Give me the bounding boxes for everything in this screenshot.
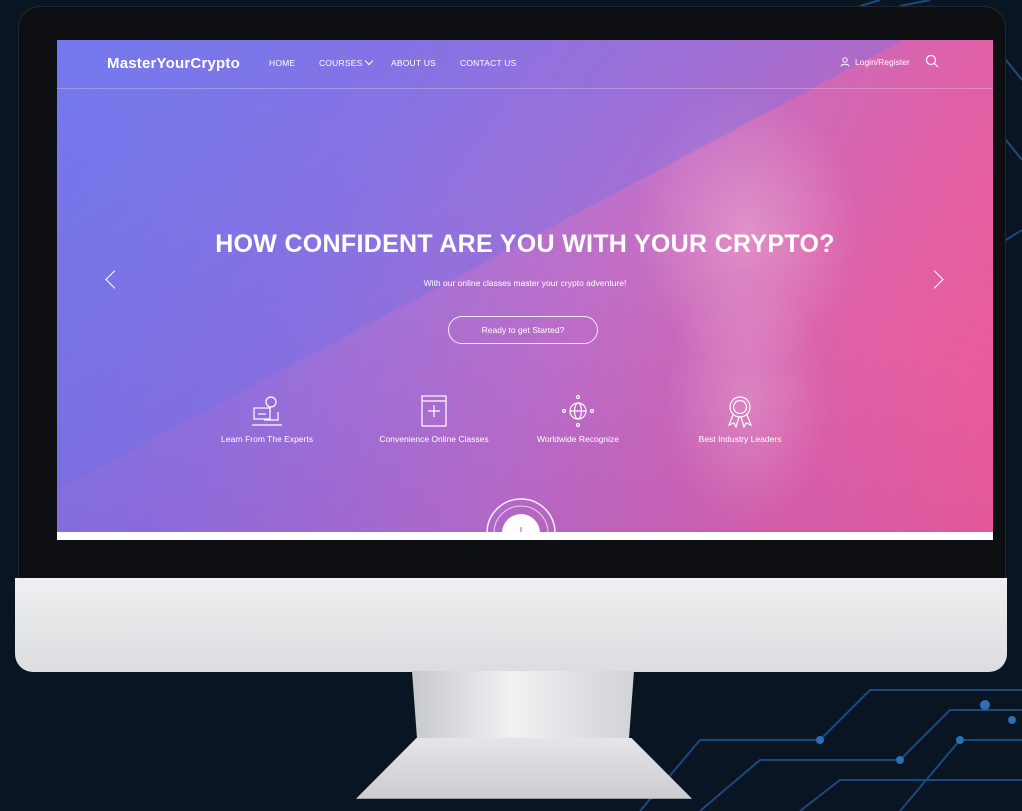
book-plus-icon: [421, 395, 447, 427]
nav-courses-label: COURSES: [319, 58, 363, 68]
feature-industry-leaders: Best Industry Leaders: [687, 394, 793, 444]
feature-worldwide-recognize: Worldwide Recognize: [523, 394, 633, 444]
user-icon: [840, 57, 850, 67]
feature-label: Learn From The Experts: [221, 434, 313, 444]
feature-label: Convenience Online Classes: [379, 434, 489, 444]
nav-home[interactable]: HOME: [269, 58, 295, 68]
feature-label: Best Industry Leaders: [698, 434, 782, 444]
nav-about-us[interactable]: ABOUT US: [391, 58, 436, 68]
diagonal-overlay: [57, 40, 993, 540]
site-logo[interactable]: MasterYourCrypto: [107, 55, 240, 72]
search-icon[interactable]: [925, 54, 939, 68]
globe-icon: [561, 394, 595, 428]
feature-label: Worldwide Recognize: [536, 434, 620, 444]
login-register-label: Login/Register: [855, 57, 910, 67]
expert-teacher-icon: [252, 396, 282, 426]
login-register-link[interactable]: Login/Register: [840, 57, 910, 67]
nav-contact-us[interactable]: CONTACT US: [460, 58, 516, 68]
monitor-chin: [15, 578, 1007, 672]
website-screen: MasterYourCrypto HOME COURSES ABOUT US C…: [57, 40, 993, 540]
hero-title: HOW CONFIDENT ARE YOU WITH YOUR CRYPTO?: [215, 230, 835, 258]
screen-bottom-strip: [57, 532, 993, 540]
feature-learn-from-experts: Learn From The Experts: [207, 394, 327, 444]
get-started-button[interactable]: Ready to get Started?: [448, 316, 598, 344]
nav-courses[interactable]: COURSES: [319, 56, 374, 68]
chevron-down-icon: [365, 56, 374, 66]
feature-online-classes: Convenience Online Classes: [369, 394, 499, 444]
hero-subtitle: With our online classes master your cryp…: [423, 278, 627, 288]
award-badge-icon: [727, 396, 753, 428]
top-navigation: MasterYourCrypto HOME COURSES ABOUT US C…: [57, 40, 993, 89]
